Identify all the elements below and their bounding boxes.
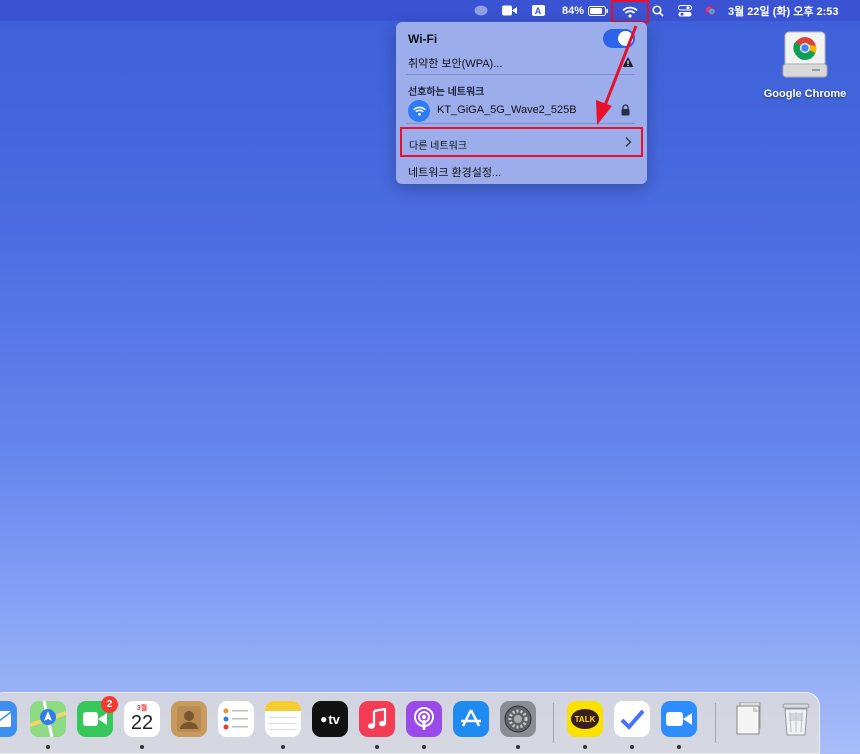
running-indicator: [375, 745, 379, 749]
maps-icon[interactable]: [30, 701, 66, 737]
apple-logo-icon: ●: [320, 712, 328, 726]
dock: 3월 22 ● tv TALK: [0, 692, 820, 754]
running-indicator: [677, 745, 681, 749]
running-indicator: [422, 745, 426, 749]
siri-icon[interactable]: [702, 0, 718, 21]
running-indicator: [583, 745, 587, 749]
running-indicator: [46, 745, 50, 749]
notes-icon[interactable]: [265, 701, 301, 737]
chevron-right-icon: [625, 137, 632, 147]
ticktick-icon[interactable]: [614, 701, 650, 737]
menu-divider: [406, 123, 635, 124]
appletv-label: tv: [328, 711, 340, 727]
menu-divider: [406, 74, 635, 75]
running-indicator: [630, 745, 634, 749]
mail-icon[interactable]: [0, 701, 17, 737]
chrome-drive-icon: [782, 31, 828, 78]
wifi-menu: Wi-Fi 취약한 보안(WPA)... 선호하는 네트워크 KT_GiGA_5…: [396, 22, 647, 184]
appletv-icon[interactable]: ● tv: [312, 701, 348, 737]
wifi-toggle-knob: [618, 31, 633, 46]
network-item[interactable]: KT_GiGA_5G_Wave2_525B: [404, 98, 639, 122]
calendar-day: 22: [130, 712, 154, 734]
wifi-toggle[interactable]: [603, 29, 635, 48]
trash-icon[interactable]: [778, 701, 814, 737]
zoom-icon[interactable]: [661, 701, 697, 737]
notification-badge: 2: [101, 696, 118, 713]
network-preferences-item[interactable]: 네트워크 환경설정...: [408, 164, 501, 180]
network-wifi-icon: [408, 100, 430, 122]
warning-icon: [622, 57, 634, 67]
running-indicator: [281, 745, 285, 749]
podcasts-icon[interactable]: [406, 701, 442, 737]
desktop-chrome-label: Google Chrome: [763, 88, 847, 100]
appstore-icon[interactable]: [453, 701, 489, 737]
kakaotalk-label: TALK: [571, 709, 599, 729]
other-networks-item[interactable]: 다른 네트워크: [400, 127, 643, 157]
spotlight-search-icon[interactable]: [650, 0, 666, 21]
music-icon[interactable]: [359, 701, 395, 737]
battery-percent[interactable]: 84%: [560, 0, 586, 21]
wifi-menubar-icon[interactable]: [611, 0, 649, 23]
battery-icon[interactable]: [587, 0, 609, 21]
other-networks-label: 다른 네트워크: [409, 141, 467, 152]
network-name: KT_GiGA_5G_Wave2_525B: [437, 104, 577, 116]
contacts-icon[interactable]: [171, 701, 207, 737]
facetime-menubar-icon[interactable]: [500, 0, 518, 21]
kakaotalk-icon[interactable]: TALK: [567, 701, 603, 737]
input-source-label: A: [531, 5, 545, 16]
lock-icon: [621, 104, 630, 116]
running-indicator: [140, 745, 144, 749]
document-icon[interactable]: [731, 701, 767, 737]
preferred-networks-header: 선호하는 네트워크: [408, 87, 485, 98]
dock-separator: [553, 703, 554, 743]
menu-bar: A 84% 3월 22일 (화) 오후 2:53: [0, 0, 860, 23]
dock-separator: [715, 703, 716, 743]
input-source-icon[interactable]: A: [530, 0, 546, 21]
running-indicator: [516, 745, 520, 749]
menubar-clock[interactable]: 3월 22일 (화) 오후 2:53: [728, 0, 856, 21]
messages-icon[interactable]: [472, 0, 490, 21]
wifi-menu-title: Wi-Fi: [408, 32, 438, 46]
weak-security-item[interactable]: 취약한 보안(WPA)...: [408, 55, 502, 71]
control-center-icon[interactable]: [676, 0, 694, 21]
calendar-icon[interactable]: 3월 22: [124, 701, 160, 737]
system-preferences-icon[interactable]: [500, 701, 536, 737]
reminders-icon[interactable]: [218, 701, 254, 737]
desktop-chrome-icon[interactable]: Google Chrome: [762, 28, 848, 104]
